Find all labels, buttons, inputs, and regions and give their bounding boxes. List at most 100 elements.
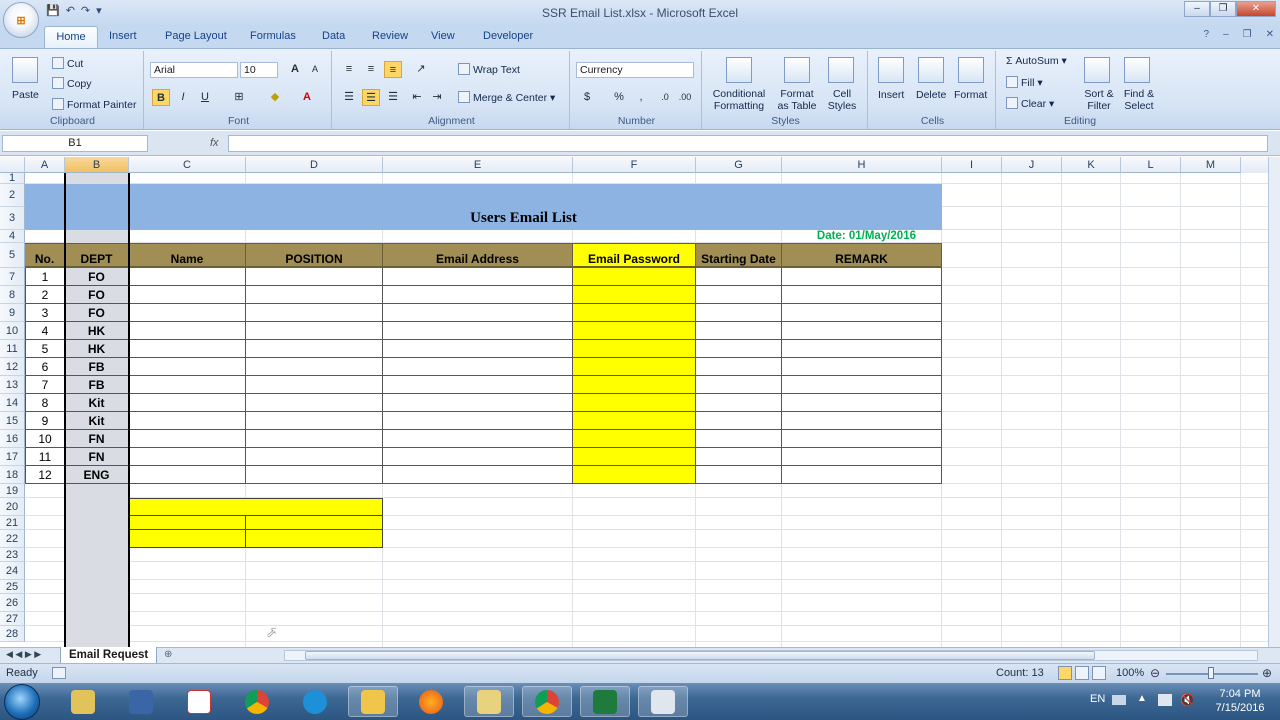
align-middle-button[interactable]: ≡ [362,61,380,78]
insert-sheet-icon[interactable]: ⊕ [164,649,172,660]
number-format-combo[interactable]: Currency [576,62,694,78]
worksheet-grid[interactable]: ABCDEFGHIJKLM 1 2 3 4 5 7 8 9 10 11 12 13 14 15 16 17 18… [0,157,1268,647]
tab-review[interactable]: Review [372,30,408,42]
cell-styles-button[interactable]: Cell Styles [824,88,860,112]
taskbar-outlook[interactable] [348,686,398,717]
network-icon[interactable] [1158,694,1172,706]
record-cell[interactable] [129,268,246,286]
tab-page-layout[interactable]: Page Layout [165,30,227,42]
record-cell[interactable] [696,286,782,304]
record-cell[interactable] [573,286,696,304]
record-cell[interactable] [782,394,942,412]
row-header-15[interactable]: 15 [0,412,25,430]
record-cell[interactable] [129,412,246,430]
row-header-19[interactable]: 19 [0,484,25,498]
column-header-b[interactable]: B [65,157,129,173]
record-cell[interactable] [573,358,696,376]
font-name-combo[interactable]: Arial [150,62,238,78]
workbook-restore-button[interactable]: ❐ [1243,29,1252,40]
align-top-button[interactable]: ≡ [340,61,358,78]
record-cell[interactable] [246,268,383,286]
grow-font-button[interactable]: A [286,61,304,78]
record-cell[interactable] [696,322,782,340]
record-cell[interactable] [782,322,942,340]
tab-view[interactable]: View [431,30,455,42]
font-color-button[interactable]: A [298,89,316,106]
increase-decimal-button[interactable]: .0 [656,89,674,106]
row-header-11[interactable]: 11 [0,340,25,358]
horizontal-scrollbar[interactable] [284,650,1258,661]
system-clock[interactable]: 7:04 PM 7/15/2016 [1205,687,1275,715]
sheet-tab-email-request[interactable]: Email Request [60,647,158,664]
italic-button[interactable]: I [174,89,192,106]
record-cell[interactable] [383,448,573,466]
row-header-17[interactable]: 17 [0,448,25,466]
zoom-slider-handle[interactable] [1208,667,1214,679]
taskbar-firefox[interactable] [406,686,456,717]
workbook-minimize-button[interactable]: – [1223,29,1229,40]
record-cell[interactable] [129,466,246,484]
row-header-18[interactable]: 18 [0,466,25,484]
row-header-3[interactable]: 3 [0,207,25,230]
record-cell[interactable] [383,376,573,394]
row-header-8[interactable]: 8 [0,286,25,304]
record-cell[interactable] [573,268,696,286]
record-cell[interactable] [383,340,573,358]
taskbar-excel[interactable] [580,686,630,717]
find-select-button[interactable]: Find & Select [1120,88,1158,112]
bold-button[interactable]: B [152,89,170,106]
taskbar-vc[interactable] [174,686,224,717]
record-cell[interactable] [129,394,246,412]
record-cell[interactable] [246,394,383,412]
row-header-20[interactable]: 20 [0,498,25,516]
row-header-21[interactable]: 21 [0,516,25,530]
record-cell[interactable] [573,340,696,358]
record-cell[interactable] [246,286,383,304]
orientation-button[interactable]: ↗ [412,61,430,78]
insert-cells-button[interactable]: Insert [878,89,904,101]
row-header-5[interactable]: 5 [0,243,25,268]
column-header-i[interactable]: I [942,157,1002,173]
record-cell[interactable] [782,466,942,484]
column-header-j[interactable]: J [1002,157,1062,173]
record-cell[interactable] [246,322,383,340]
record-cell[interactable] [129,430,246,448]
record-cell[interactable] [696,430,782,448]
record-cell[interactable] [696,304,782,322]
currency-button[interactable]: $ [578,89,596,106]
record-cell[interactable] [129,358,246,376]
record-cell[interactable] [129,322,246,340]
conditional-formatting-button[interactable]: Conditional Formatting [710,88,768,112]
align-left-button[interactable]: ☰ [340,89,358,106]
record-cell[interactable] [782,376,942,394]
align-right-button[interactable]: ☰ [384,89,402,106]
record-cell[interactable] [383,466,573,484]
row-header-1[interactable]: 1 [0,173,25,184]
record-cell[interactable] [782,340,942,358]
select-all-corner[interactable] [0,157,25,173]
row-header-12[interactable]: 12 [0,358,25,376]
delete-cells-button[interactable]: Delete [916,89,946,101]
tab-formulas[interactable]: Formulas [250,30,296,42]
record-cell[interactable] [696,358,782,376]
record-cell[interactable] [383,304,573,322]
percent-button[interactable]: % [610,89,628,106]
function-icon[interactable]: fx [210,137,219,149]
record-cell[interactable] [246,412,383,430]
cut-button[interactable]: Cut [52,57,83,70]
record-cell[interactable] [782,304,942,322]
page-layout-view-button[interactable] [1075,666,1089,680]
taskbar-network-app[interactable] [116,686,166,717]
borders-button[interactable]: ⊞ [230,89,248,106]
record-cell[interactable] [573,448,696,466]
workbook-close-button[interactable]: ✕ [1266,29,1274,40]
record-cell[interactable] [383,358,573,376]
record-cell[interactable] [696,268,782,286]
sheet-nav-buttons[interactable]: ◀ ◀ ▶ ▶ [6,649,41,660]
record-cell[interactable] [573,394,696,412]
record-cell[interactable] [573,412,696,430]
record-cell[interactable] [246,448,383,466]
column-header-c[interactable]: C [129,157,246,173]
show-hidden-icons[interactable]: ▲ [1137,693,1147,704]
minimize-button[interactable]: – [1184,1,1210,17]
